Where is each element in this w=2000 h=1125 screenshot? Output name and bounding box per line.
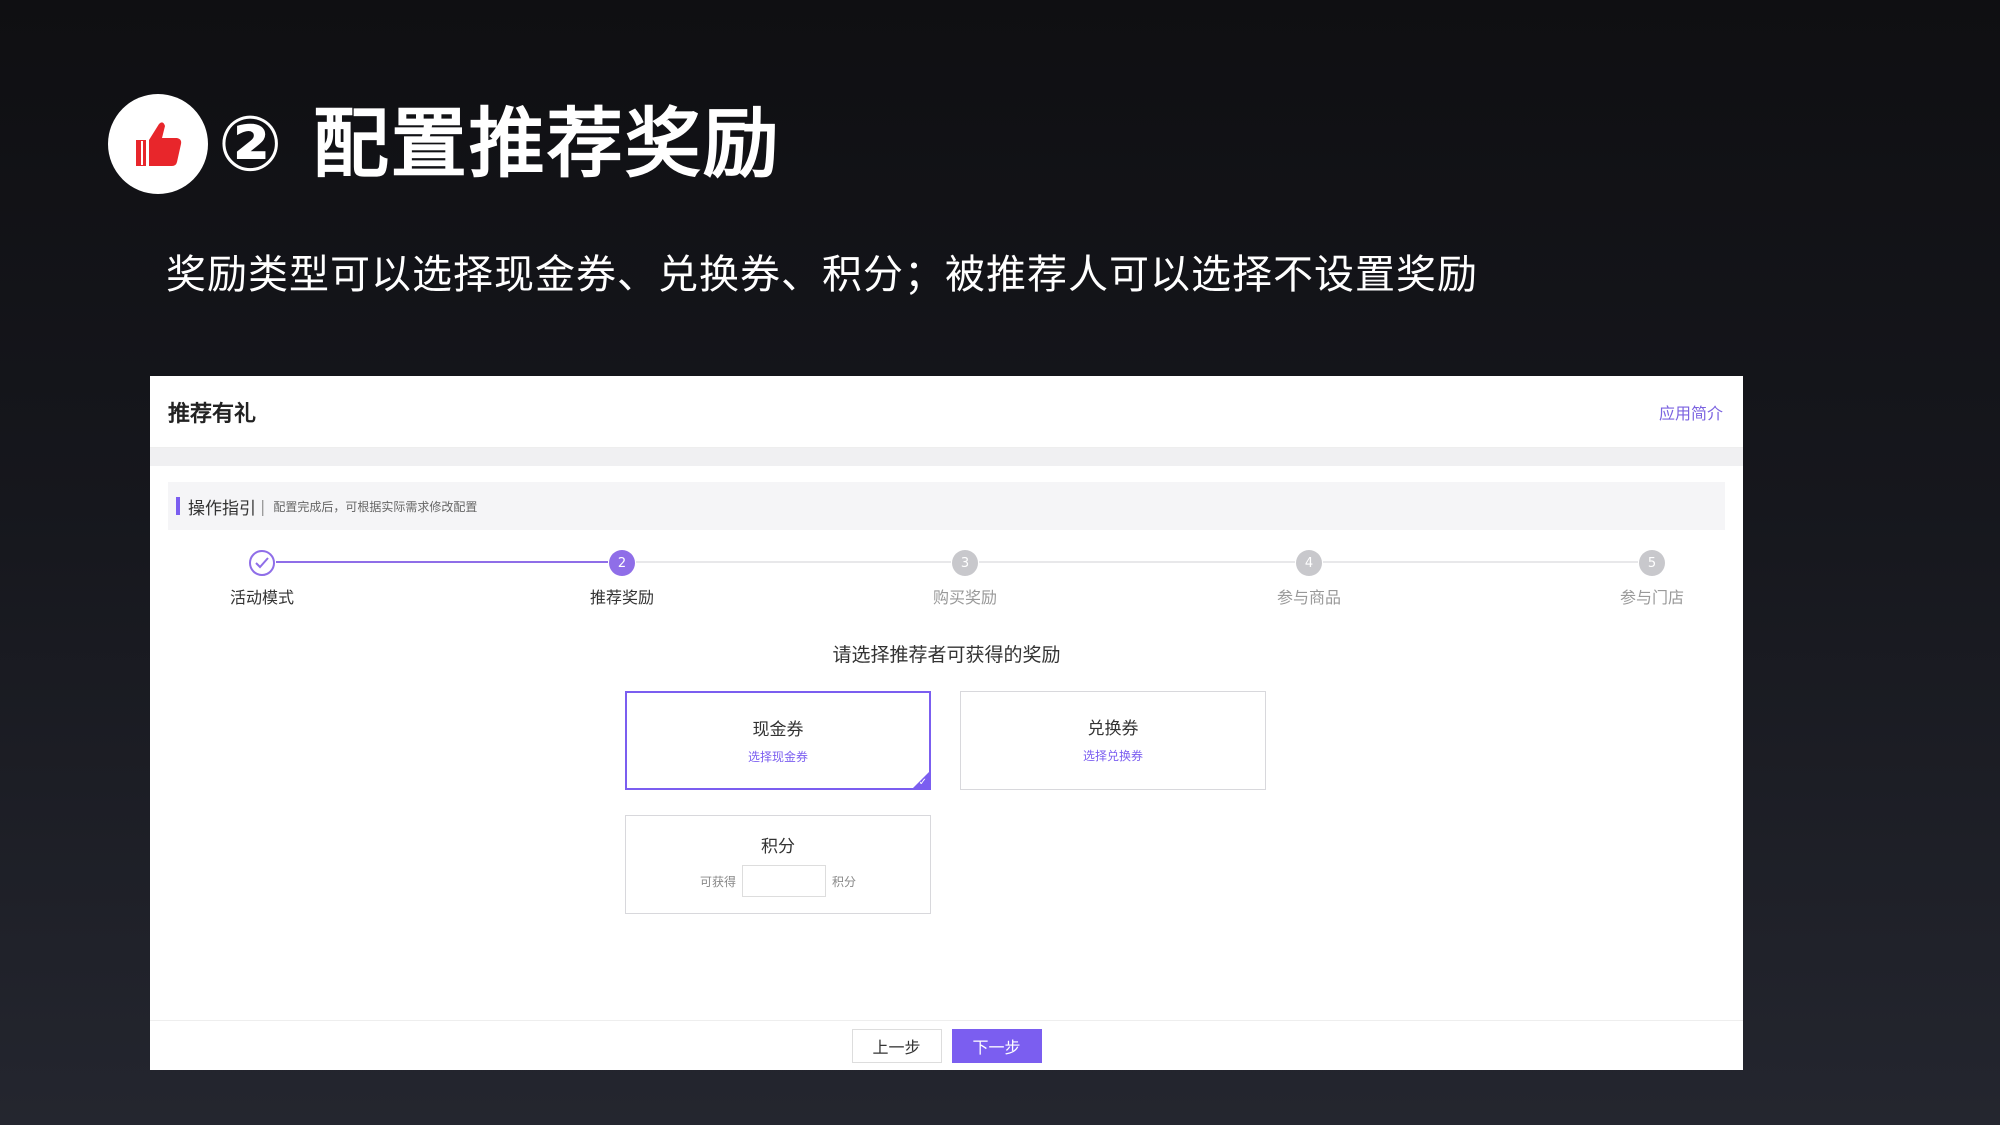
step-progress: 2 3 4 5 活动模式 推荐奖励 购买奖励 参与商品 参与门店	[150, 548, 1743, 608]
points-card[interactable]: 积分 可获得 积分	[625, 815, 931, 914]
step-4-node[interactable]: 4	[1296, 550, 1322, 576]
points-title: 积分	[761, 837, 795, 857]
step-4-label: 参与商品	[1276, 588, 1342, 607]
step-3-label: 购买奖励	[932, 588, 998, 607]
points-input[interactable]	[742, 865, 826, 897]
select-cash-coupon-link[interactable]: 选择现金券	[627, 748, 929, 765]
next-step-button[interactable]: 下一步	[951, 1028, 1042, 1063]
slide-title: ② 配置推荐奖励	[218, 99, 781, 188]
cash-coupon-card[interactable]: 现金券 选择现金券 ✓	[625, 691, 931, 790]
exchange-coupon-card[interactable]: 兑换券 选择兑换券	[960, 691, 1266, 790]
slide-subtitle: 奖励类型可以选择现金券、兑换券、积分；被推荐人可以选择不设置奖励	[166, 252, 1478, 298]
exchange-coupon-title: 兑换券	[1087, 719, 1139, 739]
app-window: 推荐有礼 应用简介 操作指引 | 配置完成后，可根据实际需求修改配置 2 3 4…	[150, 376, 1743, 1070]
slide-header: ② 配置推荐奖励	[108, 94, 781, 194]
app-footer: 上一步 下一步	[150, 1020, 1743, 1070]
cash-coupon-title: 现金券	[752, 720, 804, 740]
guide-title: 操作指引	[188, 498, 256, 519]
guide-separator: |	[260, 496, 266, 516]
points-row: 可获得 积分	[626, 865, 930, 897]
check-icon	[255, 557, 269, 569]
points-suffix: 积分	[832, 874, 857, 889]
app-header: 推荐有礼 应用简介	[150, 376, 1743, 448]
step-1-label: 活动模式	[229, 588, 295, 607]
step-connector-3	[979, 561, 1295, 563]
guide-accent-bar	[176, 497, 180, 515]
step-connector-2	[636, 561, 951, 563]
step-1-check-icon[interactable]	[249, 550, 275, 576]
app-intro-link[interactable]: 应用简介	[1659, 400, 1723, 424]
operation-guide: 操作指引 | 配置完成后，可根据实际需求修改配置	[168, 482, 1725, 530]
step-connector-4	[1323, 561, 1638, 563]
selected-check-icon: ✓	[918, 777, 927, 788]
step-5-node[interactable]: 5	[1639, 550, 1665, 576]
app-title: 推荐有礼	[168, 401, 257, 427]
step-3-node[interactable]: 3	[952, 550, 978, 576]
thumbs-up-badge	[108, 94, 208, 194]
guide-description: 配置完成后，可根据实际需求修改配置	[273, 499, 478, 514]
header-divider	[150, 448, 1743, 466]
select-exchange-coupon-link[interactable]: 选择兑换券	[961, 747, 1265, 764]
prev-step-button[interactable]: 上一步	[851, 1028, 942, 1063]
step-connector-1	[276, 561, 608, 563]
step-2-node[interactable]: 2	[609, 550, 635, 576]
thumbs-up-icon	[136, 122, 182, 166]
points-prefix: 可获得	[699, 874, 736, 889]
reward-prompt: 请选择推荐者可获得的奖励	[832, 644, 1061, 666]
step-5-label: 参与门店	[1619, 588, 1685, 607]
step-2-label: 推荐奖励	[589, 588, 655, 607]
